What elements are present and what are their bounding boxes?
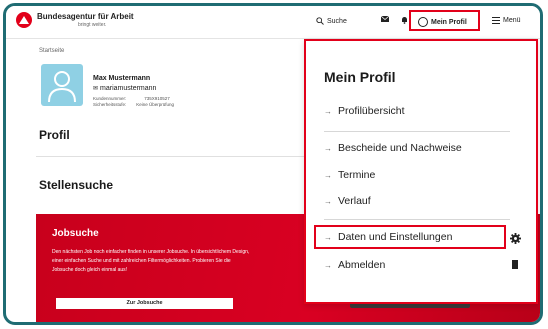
menu-separator	[324, 219, 510, 220]
search-button[interactable]: Suche	[316, 17, 347, 25]
user-email: ✉ mariamustermann	[93, 85, 156, 92]
arrow-right-icon: →	[324, 171, 332, 180]
envelope-icon: ✉	[93, 86, 99, 92]
menu-item-abmelden[interactable]: → Abmelden	[324, 259, 385, 271]
section-heading-profil: Profil	[39, 128, 70, 142]
customer-number-label: Kundennummer:	[93, 96, 127, 101]
menu-item-label: Abmelden	[338, 259, 386, 271]
mail-button[interactable]	[381, 16, 389, 22]
banner-text: Den nächsten Job noch einfacher finden i…	[52, 249, 250, 273]
mail-icon	[381, 16, 389, 22]
bell-icon	[402, 17, 407, 24]
logout-door-icon	[512, 260, 518, 269]
avatar	[41, 64, 83, 106]
user-silhouette-icon	[48, 71, 76, 103]
arrow-right-icon: →	[324, 107, 332, 116]
highlight-daten-box	[314, 225, 506, 249]
arrow-right-icon: →	[324, 197, 332, 206]
hamburger-icon	[492, 17, 500, 24]
menu-label: Menü	[503, 17, 521, 24]
arrow-right-icon: →	[324, 261, 332, 270]
search-icon	[316, 17, 324, 25]
menu-separator	[324, 131, 510, 132]
jobsuche-button[interactable]: Zur Jobsuche	[56, 298, 233, 309]
menu-item-termine[interactable]: → Termine	[324, 169, 375, 181]
profile-dropdown: Mein Profil → Profilübersicht → Bescheide …	[304, 39, 538, 304]
user-email-text: mariamustermann	[100, 85, 157, 92]
highlight-profile-box	[409, 10, 480, 31]
security-level-value: Keine Überprüfung	[136, 102, 175, 107]
customer-number-value: 735X910527	[144, 96, 170, 101]
dropdown-title: Mein Profil	[324, 69, 396, 85]
section-heading-stellensuche: Stellensuche	[39, 178, 114, 192]
security-level-label: Sicherheitsstufe:	[93, 102, 127, 107]
menu-item-verlauf[interactable]: → Verlauf	[324, 195, 371, 207]
menu-item-profiluebersicht[interactable]: → Profilübersicht	[324, 105, 405, 117]
menu-item-label: Profilübersicht	[338, 105, 405, 117]
arrow-right-icon: →	[324, 144, 332, 153]
agency-slogan: bringt weiter.	[78, 22, 107, 28]
user-name: Max Mustermann	[93, 75, 151, 82]
site-header: Bundesagentur für Arbeit bringt weiter. …	[6, 6, 540, 39]
agency-name[interactable]: Bundesagentur für Arbeit	[37, 12, 134, 21]
menu-item-label: Bescheide und Nachweise	[338, 142, 462, 154]
banner-title: Jobsuche	[52, 228, 99, 239]
divider	[36, 156, 304, 157]
menu-button[interactable]: Menü	[492, 17, 521, 24]
notifications-button[interactable]	[401, 16, 408, 24]
user-meta: Kundennummer: 735X910527 Sicherheitsstufe…	[93, 96, 174, 108]
browser-frame: Bundesagentur für Arbeit bringt weiter. …	[3, 3, 543, 325]
menu-item-bescheide[interactable]: → Bescheide und Nachweise	[324, 142, 462, 154]
breadcrumb[interactable]: Startseite	[39, 48, 64, 54]
gear-icon	[510, 231, 521, 249]
agency-logo-icon[interactable]	[16, 12, 32, 28]
menu-item-label: Verlauf	[338, 195, 371, 207]
menu-item-label: Termine	[338, 169, 376, 181]
search-label: Suche	[327, 17, 347, 25]
